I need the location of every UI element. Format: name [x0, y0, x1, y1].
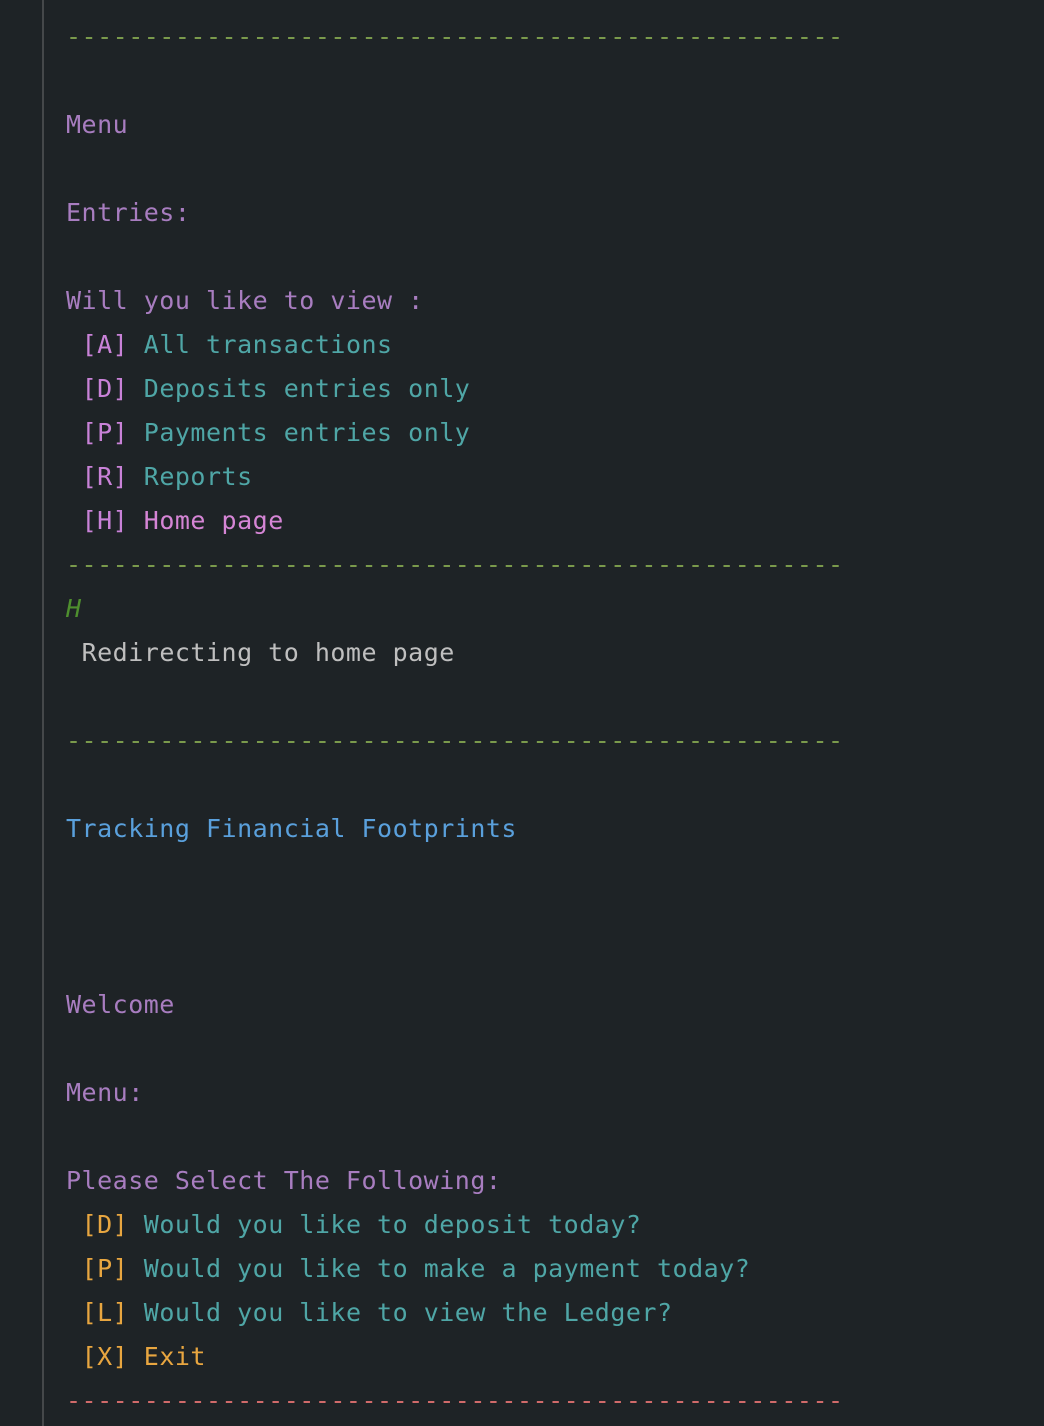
- home-menu-prompt: Please Select The Following:: [66, 1166, 502, 1195]
- console-output: ----------------------------------------…: [66, 15, 1044, 1423]
- option-key: [D]: [81, 374, 129, 403]
- option-label: Exit: [143, 1342, 206, 1371]
- option-key: [R]: [81, 462, 129, 491]
- option-label: Would you like to make a payment today?: [143, 1254, 751, 1283]
- separator-line-red: ----------------------------------------…: [66, 1386, 844, 1415]
- option-key: [H]: [81, 506, 129, 535]
- option-label: Would you like to view the Ledger?: [143, 1298, 673, 1327]
- option-label: Deposits entries only: [143, 374, 471, 403]
- ledger-option-a: [A] All transactions: [66, 323, 1044, 367]
- user-input: H: [66, 594, 82, 623]
- home-option-p: [P] Would you like to make a payment tod…: [66, 1247, 1044, 1291]
- home-option-x: [X] Exit: [66, 1335, 1044, 1379]
- separator-line: ----------------------------------------…: [66, 726, 844, 755]
- option-key: [X]: [81, 1342, 129, 1371]
- option-key: [P]: [81, 418, 129, 447]
- option-key: [P]: [81, 1254, 129, 1283]
- ledger-option-r: [R] Reports: [66, 455, 1044, 499]
- option-label: Would you like to deposit today?: [143, 1210, 642, 1239]
- ledger-option-p: [P] Payments entries only: [66, 411, 1044, 455]
- option-key: [A]: [81, 330, 129, 359]
- ledger-option-h: [H] Home page: [66, 499, 1044, 543]
- option-label: All transactions: [143, 330, 393, 359]
- welcome-text: Welcome: [66, 990, 175, 1019]
- ledger-option-d: [D] Deposits entries only: [66, 367, 1044, 411]
- separator-line: ----------------------------------------…: [66, 22, 844, 51]
- option-key: [L]: [81, 1298, 129, 1327]
- option-label: Home page: [143, 506, 284, 535]
- option-label: Reports: [143, 462, 253, 491]
- ledger-menu-subtitle: Entries:: [66, 198, 191, 227]
- home-menu-label: Menu:: [66, 1078, 144, 1107]
- redirect-text: Redirecting to home page: [81, 638, 455, 667]
- option-key: [D]: [81, 1210, 129, 1239]
- option-label: Payments entries only: [143, 418, 471, 447]
- home-option-l: [L] Would you like to view the Ledger?: [66, 1291, 1044, 1335]
- ledger-menu-title: Menu: [66, 110, 129, 139]
- gutter-divider: [42, 0, 44, 1426]
- home-option-d: [D] Would you like to deposit today?: [66, 1203, 1044, 1247]
- redirect-message: Redirecting to home page: [66, 631, 1044, 675]
- ledger-menu-prompt: Will you like to view :: [66, 286, 424, 315]
- app-title: Tracking Financial Footprints: [66, 814, 517, 843]
- separator-line: ----------------------------------------…: [66, 550, 844, 579]
